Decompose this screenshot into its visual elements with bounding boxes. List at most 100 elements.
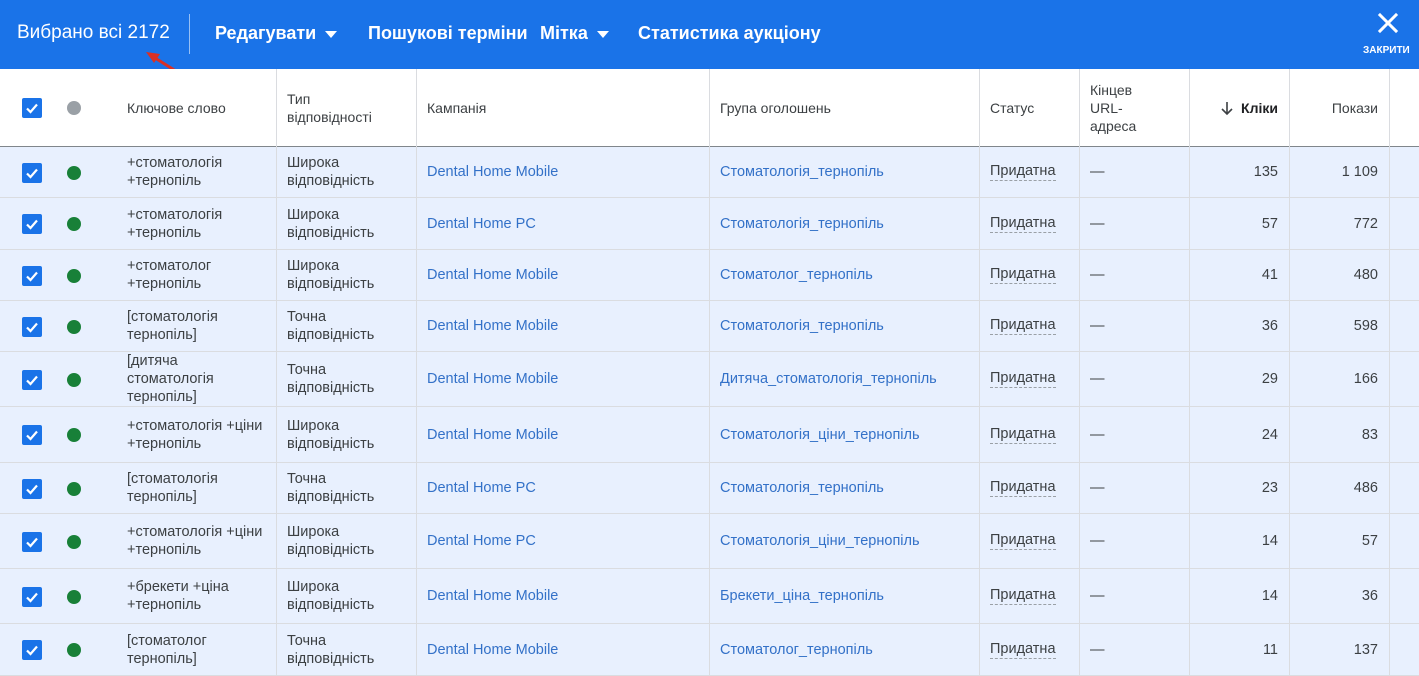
cell-impressions: 1 109 xyxy=(1341,164,1378,180)
status-text[interactable]: Придатна xyxy=(990,479,1056,497)
status-header-dot xyxy=(67,101,81,115)
checkmark-icon xyxy=(26,645,38,656)
status-text[interactable]: Придатна xyxy=(990,587,1056,605)
row-checkbox[interactable] xyxy=(22,425,42,445)
header-final-url[interactable]: Кінцев URL-адреса xyxy=(1090,69,1160,146)
row-checkbox[interactable] xyxy=(22,317,42,337)
search-terms-button[interactable]: Пошукові терміни xyxy=(368,23,528,44)
cell-ad-group[interactable]: Стоматологія_тернопіль xyxy=(720,147,970,197)
cell-campaign[interactable]: Dental Home Mobile xyxy=(427,147,697,197)
cell-clicks: 11 xyxy=(1262,641,1278,658)
checkmark-icon xyxy=(26,537,38,548)
status-enabled-dot[interactable] xyxy=(67,590,81,604)
status-text[interactable]: Придатна xyxy=(990,370,1056,388)
column-divider xyxy=(979,69,980,676)
cell-campaign[interactable]: Dental Home Mobile xyxy=(427,624,697,675)
row-checkbox[interactable] xyxy=(22,266,42,286)
cell-match-type: Широка відповідність xyxy=(287,579,375,613)
cell-ad-group[interactable]: Стоматологія_тернопіль xyxy=(720,301,970,351)
cell-campaign[interactable]: Dental Home Mobile xyxy=(427,301,697,351)
cell-final-url: — xyxy=(1090,480,1105,496)
row-checkbox[interactable] xyxy=(22,214,42,234)
header-campaign[interactable]: Кампанія xyxy=(427,69,687,146)
cell-status: Придатна xyxy=(990,250,1075,300)
status-enabled-dot[interactable] xyxy=(67,535,81,549)
cell-match-type: Широка відповідність xyxy=(287,524,375,558)
cell-campaign[interactable]: Dental Home Mobile xyxy=(427,569,697,623)
status-enabled-dot[interactable] xyxy=(67,217,81,231)
column-divider xyxy=(276,69,277,676)
cell-impressions: 486 xyxy=(1353,480,1378,496)
checkmark-icon xyxy=(26,103,38,114)
cell-final-url: — xyxy=(1090,371,1105,387)
header-status[interactable]: Статус xyxy=(990,69,1070,146)
cell-final-url: — xyxy=(1090,215,1105,232)
header-ad-group[interactable]: Група оголошень xyxy=(720,69,960,146)
column-divider xyxy=(1189,69,1190,676)
cell-status: Придатна xyxy=(990,147,1075,197)
status-text[interactable]: Придатна xyxy=(990,163,1056,181)
row-checkbox[interactable] xyxy=(22,532,42,552)
status-enabled-dot[interactable] xyxy=(67,269,81,283)
status-text[interactable]: Придатна xyxy=(990,215,1056,233)
cell-ad-group[interactable]: Стоматологія_тернопіль xyxy=(720,198,970,249)
status-enabled-dot[interactable] xyxy=(67,428,81,442)
label-menu-button[interactable]: Мітка xyxy=(540,23,609,44)
cell-impressions: 36 xyxy=(1361,588,1378,604)
cell-clicks: 41 xyxy=(1261,267,1278,283)
close-icon[interactable] xyxy=(1374,9,1402,37)
auction-insights-button[interactable]: Статистика аукціону xyxy=(638,23,821,44)
status-text[interactable]: Придатна xyxy=(990,426,1056,444)
status-enabled-dot[interactable] xyxy=(67,166,81,180)
cell-keyword: +стоматологія +ціни +тернопіль xyxy=(127,524,263,558)
cell-ad-group[interactable]: Стоматологія_ціни_тернопіль xyxy=(720,514,970,568)
cell-campaign[interactable]: Dental Home Mobile xyxy=(427,250,697,300)
header-keyword[interactable]: Ключове слово xyxy=(127,69,257,146)
cell-campaign[interactable]: Dental Home PC xyxy=(427,514,697,568)
cell-campaign[interactable]: Dental Home Mobile xyxy=(427,352,697,406)
cell-campaign[interactable]: Dental Home PC xyxy=(427,198,697,249)
status-text[interactable]: Придатна xyxy=(990,266,1056,284)
status-enabled-dot[interactable] xyxy=(67,643,81,657)
status-text[interactable]: Придатна xyxy=(990,532,1056,550)
checkmark-icon xyxy=(26,375,38,386)
cell-final-url: — xyxy=(1090,318,1105,334)
header-impressions[interactable]: Покази xyxy=(1290,69,1378,146)
cell-match-type: Точна відповідність xyxy=(287,309,375,343)
cell-ad-group[interactable]: Стоматологія_ціни_тернопіль xyxy=(720,407,970,462)
cell-final-url: — xyxy=(1090,164,1105,180)
status-text[interactable]: Придатна xyxy=(990,317,1056,335)
cell-final-url: — xyxy=(1090,533,1105,549)
cell-campaign[interactable]: Dental Home PC xyxy=(427,463,697,513)
edit-menu-button[interactable]: Редагувати xyxy=(215,23,338,44)
cell-ad-group[interactable]: Дитяча_стоматологія_тернопіль xyxy=(720,352,970,406)
label-menu-label: Мітка xyxy=(540,23,588,43)
checkmark-icon xyxy=(26,219,38,230)
row-checkbox[interactable] xyxy=(22,479,42,499)
close-label[interactable]: ЗАКРИТИ xyxy=(1363,45,1410,56)
status-text[interactable]: Придатна xyxy=(990,641,1056,659)
edit-menu-label: Редагувати xyxy=(215,23,317,43)
cell-status: Придатна xyxy=(990,514,1075,568)
cell-ad-group[interactable]: Брекети_ціна_тернопіль xyxy=(720,569,970,623)
status-enabled-dot[interactable] xyxy=(67,373,81,387)
row-checkbox[interactable] xyxy=(22,370,42,390)
cell-ad-group[interactable]: Стоматологія_тернопіль xyxy=(720,463,970,513)
column-divider xyxy=(1389,69,1390,676)
cell-clicks: 29 xyxy=(1261,371,1278,387)
checkmark-icon xyxy=(26,592,38,603)
row-checkbox[interactable] xyxy=(22,163,42,183)
status-enabled-dot[interactable] xyxy=(67,320,81,334)
cell-final-url: — xyxy=(1090,641,1105,658)
header-clicks-label: Кліки xyxy=(1241,99,1278,116)
status-enabled-dot[interactable] xyxy=(67,482,81,496)
header-match-type[interactable]: Тип відповідності xyxy=(287,69,397,146)
cell-ad-group[interactable]: Стоматолог_тернопіль xyxy=(720,624,970,675)
cell-ad-group[interactable]: Стоматолог_тернопіль xyxy=(720,250,970,300)
select-all-checkbox[interactable] xyxy=(22,98,42,118)
column-divider xyxy=(1289,69,1290,676)
row-checkbox[interactable] xyxy=(22,640,42,660)
row-checkbox[interactable] xyxy=(22,587,42,607)
header-clicks[interactable]: Кліки xyxy=(1190,69,1278,146)
cell-campaign[interactable]: Dental Home Mobile xyxy=(427,407,697,462)
